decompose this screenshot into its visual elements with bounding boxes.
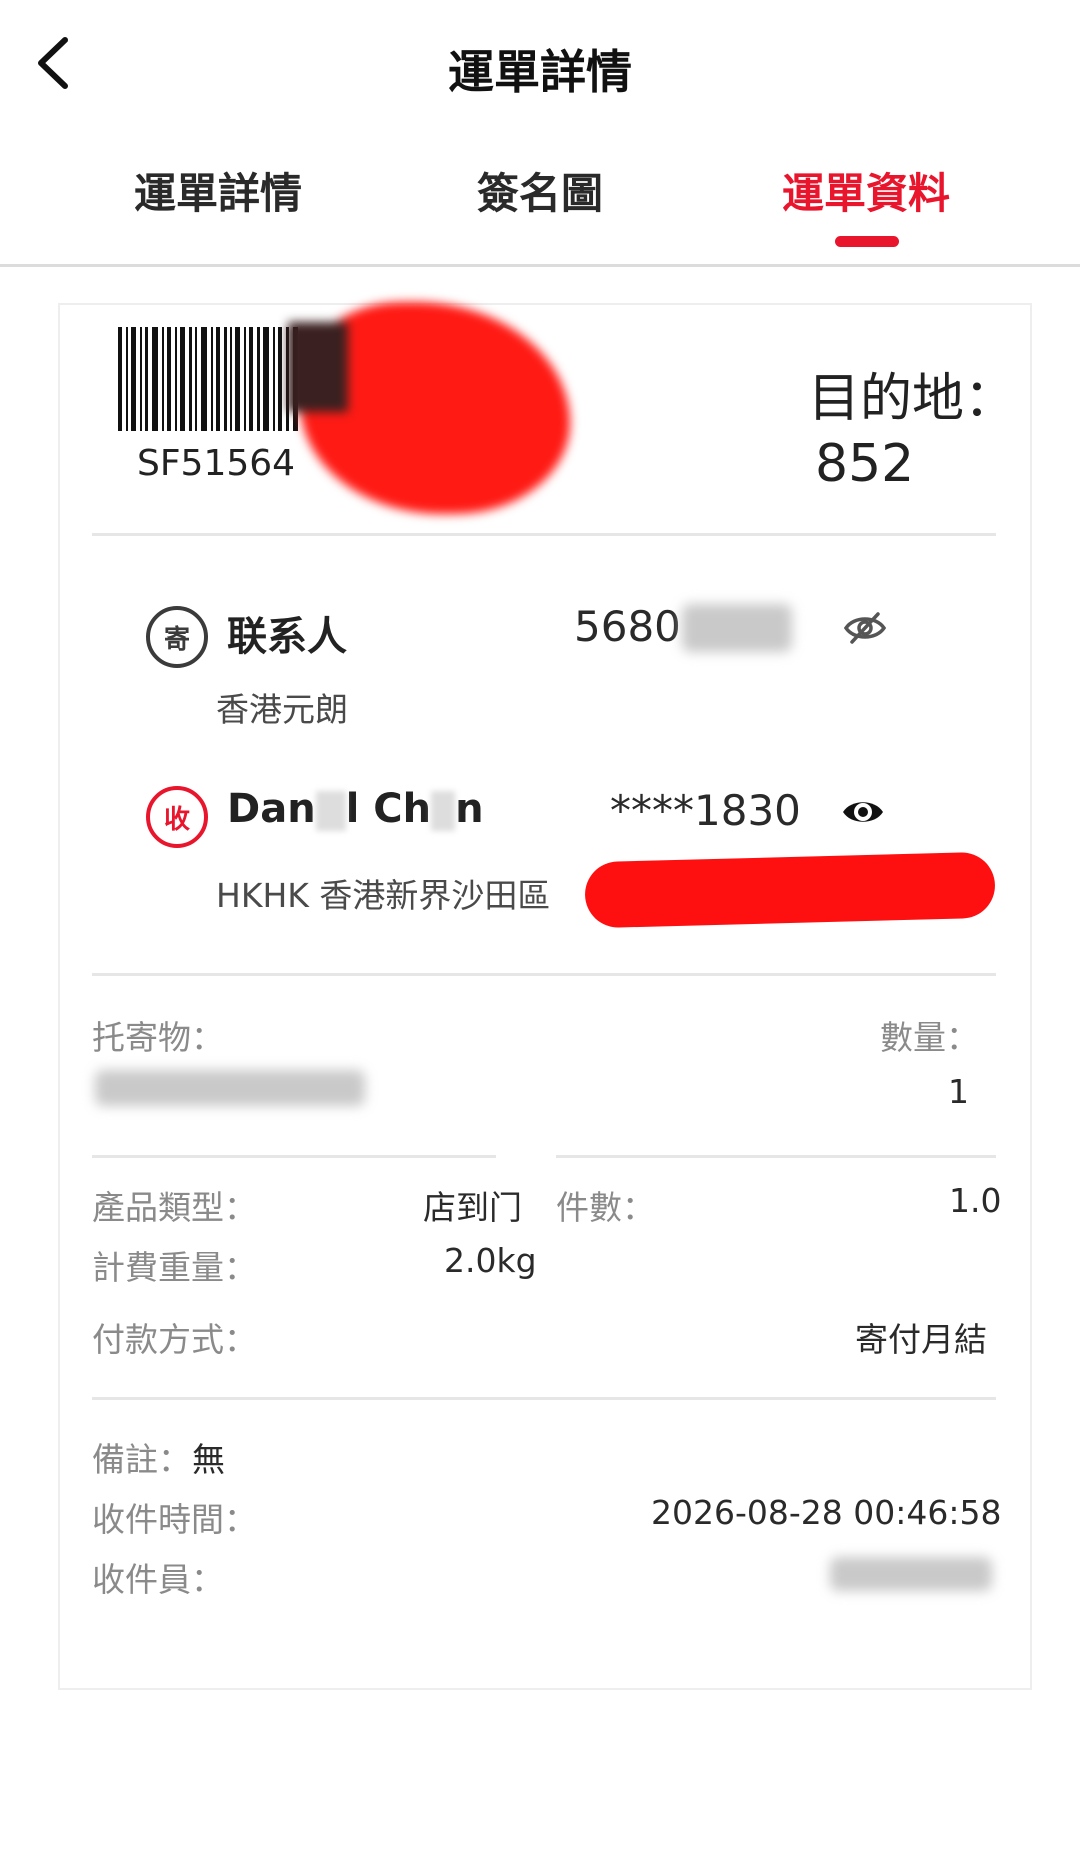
remark-label: 備註：: [92, 1440, 191, 1479]
weight-value: 2.0kg: [444, 1241, 537, 1280]
sender-address: 香港元朗: [216, 690, 348, 729]
divider: [92, 1397, 996, 1400]
destination-label: 目的地：: [808, 369, 1017, 429]
divider: [556, 1155, 996, 1158]
redaction-blur: [682, 604, 792, 652]
courier-label: 收件員：: [92, 1560, 224, 1599]
eye-icon: [843, 802, 883, 822]
tab-bar: 運單詳情 簽名圖 運單資料: [0, 150, 1080, 267]
weight-label: 計費重量：: [92, 1248, 257, 1287]
redaction-blur: [431, 791, 456, 831]
page-title: 運單詳情: [448, 45, 632, 99]
pieces-value: 1.0: [949, 1181, 1002, 1220]
redaction-blur: [315, 791, 346, 831]
pieces-label: 件數：: [556, 1188, 655, 1227]
sender-name: 联系人: [227, 614, 347, 660]
header: 運單詳情: [0, 0, 1080, 130]
receiver-name-part: Dan: [227, 786, 316, 832]
receiver-phone: ****1830: [610, 786, 801, 835]
barcode[interactable]: [118, 327, 303, 431]
tab-signature[interactable]: 簽名圖: [390, 160, 690, 221]
waybill-number: SF51564: [137, 443, 296, 484]
divider: [92, 1155, 496, 1158]
barcode-icon: [118, 327, 298, 431]
pickup-time-value: 2026-08-28 00:46:58: [651, 1493, 1002, 1532]
eye-off-icon: [843, 612, 887, 644]
waybill-card: [58, 303, 1032, 1690]
toggle-sender-phone[interactable]: [842, 610, 888, 646]
toggle-receiver-phone[interactable]: [840, 794, 886, 830]
divider: [92, 533, 996, 536]
destination-code: 852: [815, 434, 915, 494]
quantity-label: 數量：: [880, 1018, 979, 1057]
divider: [92, 973, 996, 976]
redaction-mark: [584, 851, 996, 929]
receiver-address: HKHK 香港新界沙田區: [216, 876, 551, 915]
remark-value: 無: [192, 1440, 225, 1479]
receiver-name: Dan l Ch n: [227, 786, 484, 832]
tab-waybill-details[interactable]: 運單詳情: [68, 160, 368, 221]
product-type-label: 產品類型：: [92, 1188, 257, 1227]
tab-waybill-info[interactable]: 運單資料: [716, 160, 1016, 221]
sender-badge: 寄: [146, 606, 208, 668]
active-tab-indicator: [835, 236, 899, 247]
sender-phone: 5680: [574, 602, 681, 651]
receiver-badge: 收: [146, 786, 208, 848]
consignment-label: 托寄物：: [92, 1018, 224, 1057]
quantity-value: 1: [948, 1072, 969, 1111]
payment-value: 寄付月結: [855, 1320, 987, 1359]
pickup-time-label: 收件時間：: [92, 1500, 257, 1539]
redaction-blur: [830, 1557, 992, 1591]
payment-label: 付款方式：: [92, 1320, 257, 1359]
redaction-blur: [95, 1070, 365, 1106]
receiver-name-part: n: [455, 786, 484, 832]
receiver-name-part: l Ch: [345, 786, 432, 832]
product-type-value: 店到门: [423, 1188, 522, 1227]
